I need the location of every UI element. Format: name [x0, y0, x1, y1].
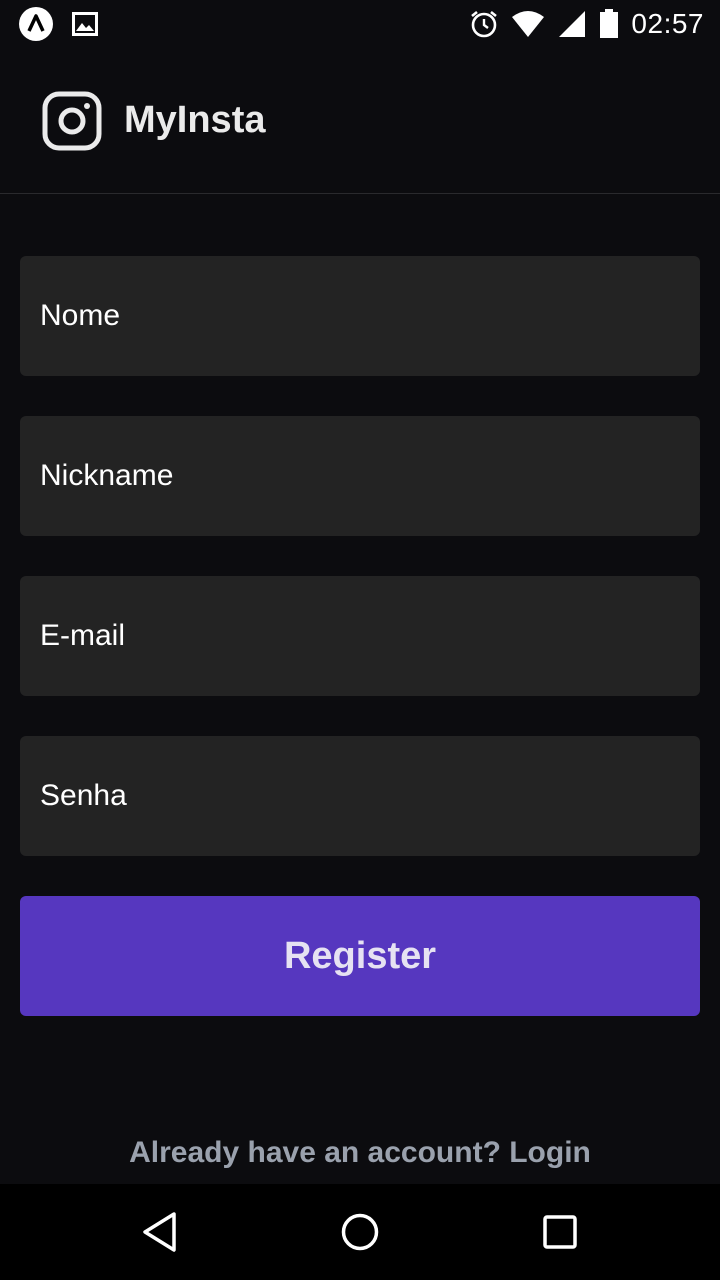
nickname-field-container: [20, 416, 700, 536]
home-icon[interactable]: [320, 1192, 400, 1272]
alarm-icon: [469, 9, 499, 39]
signal-icon: [557, 9, 587, 39]
register-button[interactable]: Register: [20, 896, 700, 1016]
status-time: 02:57: [631, 8, 704, 39]
navigation-bar: [0, 1184, 720, 1280]
status-left: [18, 6, 98, 42]
password-field-container: [20, 736, 700, 856]
app-header: MyInsta: [0, 48, 720, 194]
status-right: 02:57: [469, 8, 704, 40]
email-input[interactable]: [40, 619, 680, 653]
name-field-container: [20, 256, 700, 376]
name-input[interactable]: [40, 299, 680, 333]
recents-icon[interactable]: [520, 1192, 600, 1272]
status-bar: 02:57: [0, 0, 720, 48]
password-input[interactable]: [40, 779, 680, 813]
register-screen: 02:57 MyInsta Register Already have an a…: [0, 0, 720, 1280]
app-notification-icon: [18, 6, 54, 42]
nickname-input[interactable]: [40, 459, 680, 493]
image-notification-icon: [72, 12, 98, 36]
back-icon[interactable]: [120, 1192, 200, 1272]
battery-icon: [599, 9, 619, 39]
wifi-icon: [511, 10, 545, 38]
instagram-icon: [42, 91, 102, 151]
register-form: Register: [20, 256, 700, 1016]
app-title: MyInsta: [124, 99, 266, 141]
login-link[interactable]: Already have an account? Login: [0, 1136, 720, 1170]
email-field-container: [20, 576, 700, 696]
